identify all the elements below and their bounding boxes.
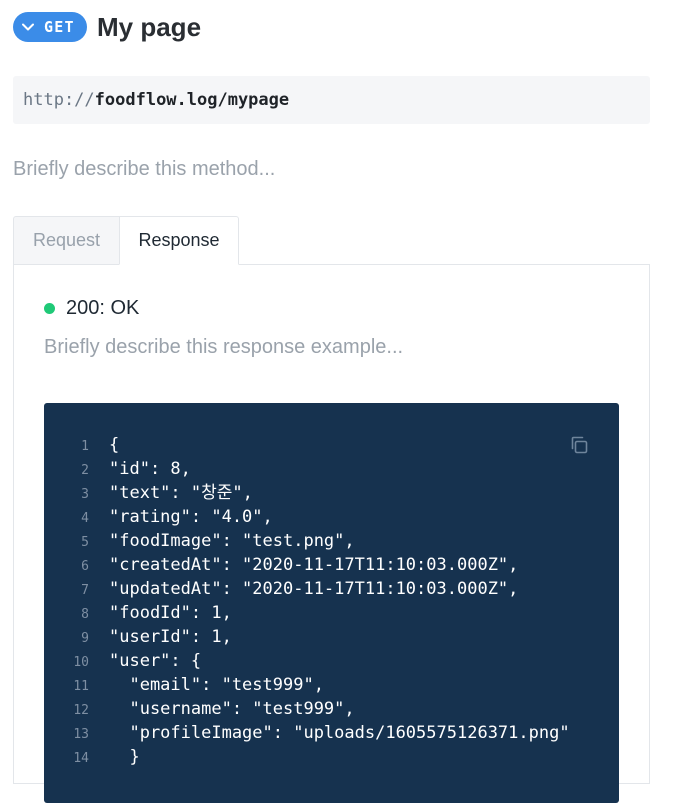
status-text: 200: OK: [66, 297, 140, 319]
line-number: 11: [73, 679, 89, 694]
code-line: 13 "profileImage": "uploads/160557512637…: [44, 721, 570, 745]
line-content: "profileImage": "uploads/1605575126371.p…: [109, 723, 570, 743]
code-line: 7 "updatedAt": "2020-11-17T11:10:03.000Z"…: [44, 577, 570, 601]
line-number: 6: [81, 559, 89, 574]
code-line: 10 "user": {: [44, 649, 570, 673]
line-content: {: [109, 435, 120, 455]
tab-response[interactable]: Response: [119, 216, 239, 265]
line-content: "createdAt": "2020-11-17T11:10:03.000Z",: [109, 555, 519, 575]
code-line: 5 "foodImage": "test.png",: [44, 529, 570, 553]
code-line: 9 "userId": 1,: [44, 625, 570, 649]
line-number: 12: [73, 703, 89, 718]
status-indicator-dot: [44, 303, 55, 314]
code-line: 11 "email": "test999",: [44, 673, 570, 697]
url-path: foodflow.log/mypage: [94, 90, 290, 110]
line-content: "text": "창준",: [109, 483, 253, 503]
line-number: 8: [81, 607, 89, 622]
line-number: 10: [73, 655, 89, 670]
line-content: "rating": "4.0",: [109, 507, 273, 527]
code-line: 12 "username": "test999",: [44, 697, 570, 721]
line-number: 14: [73, 751, 89, 766]
response-description-field[interactable]: Briefly describe this response example..…: [44, 336, 403, 359]
method-label: GET: [44, 18, 75, 36]
response-status: 200: OK: [44, 297, 139, 320]
code-line: 3 "text": "창준",: [44, 481, 570, 505]
method-selector-button[interactable]: GET: [13, 12, 87, 42]
chevron-down-icon: [21, 20, 35, 34]
method-description-field[interactable]: Briefly describe this method...: [13, 158, 275, 181]
line-content: "email": "test999",: [109, 675, 324, 695]
code-lines: 1{ 2 "id": 8, 3 "text": "창준", 4 "rating": "…: [44, 433, 570, 769]
line-content: "userId": 1,: [109, 627, 232, 647]
code-line: 6 "createdAt": "2020-11-17T11:10:03.000Z"…: [44, 553, 570, 577]
line-number: 5: [81, 535, 89, 550]
line-content: "user": {: [109, 651, 202, 671]
endpoint-header: GET My page: [13, 12, 201, 42]
line-number: 2: [81, 463, 89, 478]
line-content: "username": "test999",: [109, 699, 355, 719]
response-code-block: 1{ 2 "id": 8, 3 "text": "창준", 4 "rating": "…: [44, 403, 619, 803]
line-content: "id": 8,: [109, 459, 191, 479]
request-response-tabs: Request Response: [13, 216, 239, 265]
url-protocol: http://: [23, 90, 95, 110]
code-line: 4 "rating": "4.0",: [44, 505, 570, 529]
line-content: }: [109, 747, 140, 767]
code-line: 1{: [44, 433, 570, 457]
line-content: "updatedAt": "2020-11-17T11:10:03.000Z",: [109, 579, 519, 599]
line-number: 13: [73, 727, 89, 742]
copy-icon[interactable]: [569, 435, 589, 455]
code-line: 8 "foodId": 1,: [44, 601, 570, 625]
url-bar[interactable]: http://foodflow.log/mypage: [13, 76, 650, 124]
code-line: 14 }: [44, 745, 570, 769]
line-number: 7: [81, 583, 89, 598]
line-number: 4: [81, 511, 89, 526]
line-number: 3: [81, 487, 89, 502]
line-number: 1: [81, 439, 89, 454]
line-content: "foodId": 1,: [109, 603, 232, 623]
line-content: "foodImage": "test.png",: [109, 531, 355, 551]
tab-request[interactable]: Request: [13, 216, 119, 265]
line-number: 9: [81, 631, 89, 646]
response-panel: 200: OK Briefly describe this response e…: [13, 264, 650, 803]
code-line: 2 "id": 8,: [44, 457, 570, 481]
page-title[interactable]: My page: [97, 12, 201, 42]
